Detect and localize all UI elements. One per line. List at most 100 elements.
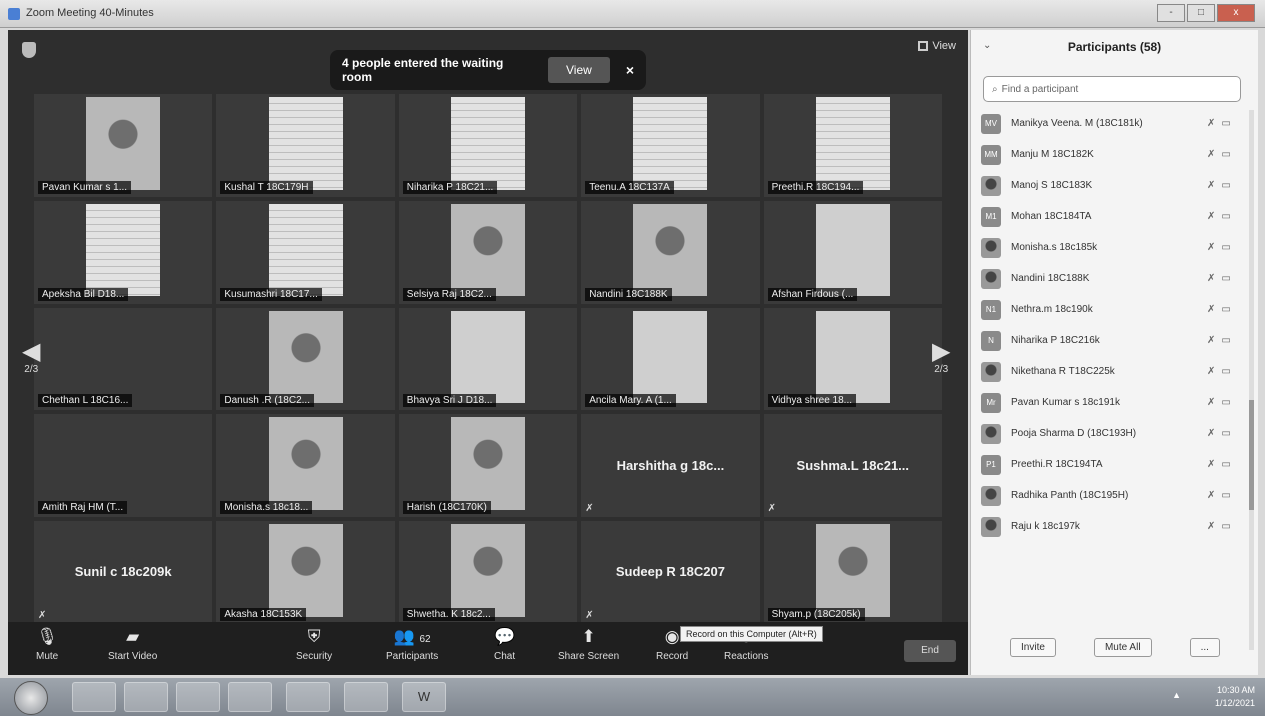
avatar [981, 485, 1001, 506]
video-tile[interactable]: Danush .R (18C2... [216, 307, 395, 411]
participant-row[interactable]: Pooja Sharma D (18C193H) ✗ ▭ [981, 418, 1247, 449]
participant-row[interactable]: P1 Preethi.R 18C194TA ✗ ▭ [981, 449, 1247, 480]
end-meeting-button[interactable]: End [904, 640, 956, 662]
video-tile[interactable]: Kushal T 18C179H [216, 94, 395, 197]
video-tile[interactable]: Afshan Firdous (... [763, 200, 942, 304]
shield-icon[interactable] [22, 42, 36, 58]
window-taskbar-icon[interactable] [286, 682, 330, 712]
more-options-button[interactable]: ... [1189, 638, 1220, 657]
arrow-right-icon: ▶ [932, 338, 951, 365]
system-clock[interactable]: 10:30 AM 1/12/2021 [1215, 684, 1255, 710]
mute-all-button[interactable]: Mute All [1093, 638, 1152, 657]
video-feed [450, 97, 525, 190]
video-tile[interactable]: Amith Raj HM (T... [34, 414, 213, 518]
video-tile[interactable]: Monisha.s 18c18... [216, 414, 395, 518]
participant-row[interactable]: Monisha.s 18c185k ✗ ▭ [981, 232, 1247, 263]
explorer-taskbar-icon[interactable] [72, 682, 116, 712]
participant-row[interactable]: Raju k 18c197k ✗ ▭ [981, 511, 1247, 542]
muted-mic-icon: ✗ [585, 503, 594, 515]
minimize-button[interactable]: - [1157, 4, 1185, 22]
muted-mic-icon: ✗ [1207, 428, 1216, 439]
participant-row[interactable]: N1 Nethra.m 18c190k ✗ ▭ [981, 294, 1247, 325]
close-icon[interactable]: × [626, 62, 634, 78]
chrome-taskbar-icon[interactable] [228, 682, 272, 712]
video-tile[interactable]: Sunil c 18c209k ✗ [34, 521, 213, 624]
next-page-button[interactable]: ▶ 2/3 [932, 338, 951, 376]
video-tile[interactable]: Kusumashri 18C17... [216, 200, 395, 304]
participant-name: Raju k 18c197k [1011, 521, 1080, 532]
security-button[interactable]: ⛨ Security [296, 626, 332, 662]
media-player-taskbar-icon[interactable] [124, 682, 168, 712]
share-screen-icon: ⬆ [581, 627, 596, 646]
tray-arrow-icon[interactable]: ▲ [1172, 690, 1181, 700]
security-shield-icon: ⛨ [307, 627, 321, 646]
waiting-room-notice: 4 people entered the waiting room View × [330, 50, 646, 90]
video-tile[interactable]: Shyam.p (18C205k) [763, 521, 942, 624]
video-tile[interactable]: Sushma.L 18c21... ✗ [763, 414, 942, 518]
participant-row[interactable]: Nikethana R T18C225k ✗ ▭ [981, 356, 1247, 387]
avatar [981, 361, 1001, 382]
page-indicator-left: 2/3 [24, 364, 39, 375]
notice-view-button[interactable]: View [548, 57, 610, 83]
video-feed [268, 203, 343, 297]
video-off-icon: ▭ [1221, 211, 1231, 222]
participant-list-scrollbar[interactable] [1249, 110, 1254, 650]
muted-mic-icon: ✗ [1207, 366, 1216, 377]
video-tile[interactable]: Teenu.A 18C137A [581, 94, 760, 197]
browser-taskbar-icon[interactable] [176, 682, 220, 712]
video-tile[interactable]: Niharika P 18C21... [398, 94, 578, 197]
participants-button[interactable]: 👥 62 Participants [386, 626, 438, 662]
video-feed [815, 97, 890, 190]
video-tile[interactable]: Nandini 18C188K [581, 200, 760, 304]
participant-row[interactable]: M1 Mohan 18C184TA ✗ ▭ [981, 201, 1247, 232]
participant-row[interactable]: MV Manikya Veena. M (18C181k) ✗ ▭ [981, 108, 1247, 139]
word-taskbar-icon[interactable]: W [402, 682, 446, 712]
start-button[interactable] [14, 681, 48, 715]
video-tile[interactable]: Chethan L 18C16... [34, 307, 213, 411]
prev-page-button[interactable]: ◀ 2/3 [22, 340, 40, 376]
participant-label: Teenu.A 18C137A [585, 180, 674, 194]
video-off-icon: ▭ [1221, 397, 1231, 408]
video-tile[interactable]: Sudeep R 18C207 ✗ [581, 521, 760, 624]
participant-row[interactable]: MM Manju M 18C182K ✗ ▭ [981, 139, 1247, 170]
muted-mic-icon: ✗ [1207, 149, 1216, 160]
maximize-button[interactable]: □ [1187, 4, 1215, 22]
video-tile[interactable]: Pavan Kumar s 1... [34, 94, 213, 197]
video-tile[interactable]: Akasha 18C153K [216, 521, 395, 624]
start-video-button[interactable]: ▰ Start Video [108, 626, 157, 662]
participants-panel: ⌄ Participants (58) ⌕ Find a participant… [970, 30, 1258, 675]
participant-status: ✗ ▭ [1207, 335, 1247, 346]
video-feed [268, 417, 343, 510]
video-tile[interactable]: Bhavya Sri J D18... [398, 307, 578, 411]
share-screen-button[interactable]: ⬆ Share Screen [558, 626, 619, 662]
participant-label: Kushal T 18C179H [220, 180, 313, 194]
video-tile[interactable]: Selsiya Raj 18C2... [398, 200, 578, 304]
view-button[interactable]: View [918, 40, 956, 52]
video-tile[interactable]: Ancila Mary. A (1... [581, 307, 760, 411]
muted-mic-icon: ✗ [1207, 335, 1216, 346]
video-tile[interactable]: Vidhya shree 18... [763, 307, 942, 411]
chat-icon: 💬 [494, 627, 516, 646]
participant-name: Manju M 18C182K [1011, 149, 1094, 160]
zoom-taskbar-icon[interactable] [344, 682, 388, 712]
muted-mic-icon: ✗ [1207, 273, 1216, 284]
close-window-button[interactable]: x [1217, 4, 1255, 22]
invite-button[interactable]: Invite [1010, 638, 1056, 657]
mute-button[interactable]: 🎙 Mute [36, 626, 58, 662]
avatar: N [981, 330, 1001, 351]
video-tile[interactable]: Preethi.R 18C194... [763, 94, 942, 197]
participant-row[interactable]: Radhika Panth (18C195H) ✗ ▭ [981, 480, 1247, 511]
participant-search-input[interactable]: ⌕ Find a participant [983, 76, 1241, 102]
participant-status: ✗ ▭ [1207, 273, 1247, 284]
participant-row[interactable]: Nandini 18C188K ✗ ▭ [981, 263, 1247, 294]
scrollbar-thumb[interactable] [1249, 400, 1254, 510]
participant-row[interactable]: Mr Pavan Kumar s 18c191k ✗ ▭ [981, 387, 1247, 418]
video-tile[interactable]: Harish (18C170K) [398, 414, 578, 518]
chat-button[interactable]: 💬 Chat [494, 626, 515, 662]
video-tile[interactable]: Apeksha Bil D18... [34, 200, 213, 304]
video-tile[interactable]: Harshitha g 18c... ✗ [581, 414, 760, 518]
participant-row[interactable]: Manoj S 18C183K ✗ ▭ [981, 170, 1247, 201]
participant-status: ✗ ▭ [1207, 428, 1247, 439]
participant-row[interactable]: N Niharika P 18C216k ✗ ▭ [981, 325, 1247, 356]
video-tile[interactable]: Shwetha. K 18c2... [398, 521, 578, 624]
